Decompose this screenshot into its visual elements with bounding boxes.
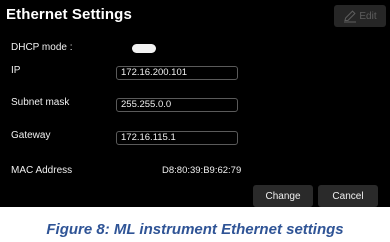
subnet-mask-field[interactable]: 255.255.0.0 (116, 98, 238, 112)
edit-button[interactable]: Edit (334, 5, 386, 27)
dhcp-mode-label: DHCP mode : (11, 42, 73, 53)
mac-address-label: MAC Address (11, 165, 73, 176)
cancel-button[interactable]: Cancel (318, 185, 378, 207)
edit-button-label: Edit (359, 10, 377, 22)
ip-field[interactable]: 172.16.200.101 (116, 66, 238, 80)
gateway-field[interactable]: 172.16.115.1 (116, 131, 238, 145)
pencil-icon (344, 10, 357, 23)
subnet-mask-label: Subnet mask (11, 97, 70, 108)
panel-title: Ethernet Settings (6, 6, 132, 23)
figure-caption: Figure 8: ML instrument Ethernet setting… (46, 221, 344, 238)
ethernet-settings-panel: Ethernet Settings Edit DHCP mode : IP 17… (0, 0, 390, 207)
change-button[interactable]: Change (253, 185, 313, 207)
mac-address-value: D8:80:39:B9:62:79 (162, 165, 242, 176)
dhcp-mode-toggle[interactable] (132, 44, 156, 53)
gateway-label: Gateway (11, 130, 51, 141)
ip-label: IP (11, 65, 21, 76)
